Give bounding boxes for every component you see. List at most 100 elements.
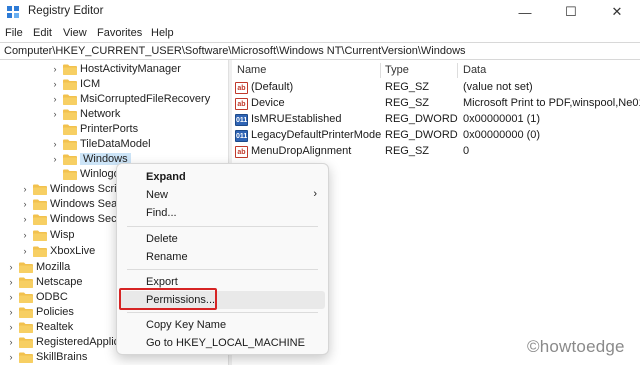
folder-icon [33,246,47,257]
chevron-right-icon[interactable]: › [6,289,16,305]
value-name: (Default) [251,81,294,93]
value-row[interactable]: ab MenuDropAlignment REG_SZ 0 [232,144,640,160]
chevron-right-icon[interactable]: › [50,106,60,122]
value-row[interactable]: 011 LegacyDefaultPrinterMode REG_DWORD 0… [232,128,640,144]
menu-item-rename[interactable]: Rename [120,248,325,266]
minimize-icon: — [518,4,532,20]
tree-node-label: Windows Scrip [50,183,123,195]
menu-view[interactable]: View [63,27,87,39]
chevron-right-icon[interactable]: › [20,227,30,243]
folder-icon [19,337,33,348]
minimize-button[interactable]: — [502,0,548,24]
tree-node[interactable]: › Network [50,106,121,122]
chevron-right-icon[interactable]: › [20,243,30,259]
tree-node-label: Winlogo [80,168,120,180]
tree-node[interactable]: › Netscape [6,274,83,290]
menu-item-copy-key-name[interactable]: Copy Key Name [120,316,325,334]
tree-node[interactable]: PrinterPorts [50,121,138,137]
folder-icon [33,199,47,210]
tree-node-label: ODBC [36,291,68,303]
chevron-right-icon[interactable]: › [50,76,60,92]
chevron-right-icon[interactable]: › [6,319,16,335]
tree-node[interactable]: › SkillBrains [6,349,88,365]
tree-node[interactable]: › XboxLive [20,243,96,259]
menu-item-delete[interactable]: Delete [120,230,325,248]
menu-item-expand[interactable]: Expand [120,168,325,186]
dword-value-icon: 011 [235,130,248,142]
tree-node[interactable]: › Wisp [20,227,75,243]
tree-node-label: ICM [80,78,101,90]
window-title: Registry Editor [28,5,104,17]
menu-help[interactable]: Help [151,27,174,39]
menu-item-label: Expand [146,171,186,183]
chevron-right-icon[interactable]: › [6,304,16,320]
tree-node[interactable]: › ODBC [6,289,68,305]
column-header-data[interactable]: Data [463,64,486,76]
value-row[interactable]: ab Device REG_SZ Microsoft Print to PDF,… [232,96,640,112]
tree-node[interactable]: › MsiCorruptedFileRecovery [50,91,211,107]
string-value-icon: ab [235,82,248,94]
tree-node[interactable]: › Realtek [6,319,74,335]
value-type: REG_SZ [385,145,430,157]
address-path[interactable]: Computer\HKEY_CURRENT_USER\Software\Micr… [4,45,466,57]
value-data: 0x00000001 (1) [463,113,541,125]
chevron-right-icon[interactable]: › [20,211,30,227]
value-type: REG_SZ [385,97,430,109]
menu-item-label: Rename [146,251,188,263]
column-header-type[interactable]: Type [385,64,409,76]
value-name: IsMRUEstablished [251,113,342,125]
chevron-right-icon[interactable]: › [6,259,16,275]
maximize-button[interactable]: ☐ [548,0,594,24]
chevron-right-icon[interactable]: › [20,196,30,212]
chevron-right-icon[interactable]: › [50,136,60,152]
folder-icon [19,262,33,273]
tree-node[interactable]: › HostActivityManager [50,61,181,77]
chevron-right-icon[interactable]: › [20,181,30,197]
menu-item-label: Go to HKEY_LOCAL_MACHINE [146,337,305,349]
chevron-right-icon[interactable]: › [50,61,60,77]
folder-icon [63,124,77,135]
column-divider[interactable] [380,63,381,78]
chevron-right-icon[interactable]: › [50,151,60,167]
menu-file[interactable]: File [5,27,23,39]
tree-node[interactable]: › TileDataModel [50,136,151,152]
menu-edit[interactable]: Edit [33,27,52,39]
chevron-right-icon[interactable]: › [6,349,16,365]
context-menu: Expand New › Find... Delete Rename Export… [116,163,329,355]
tree-node[interactable]: › Policies [6,304,74,320]
menu-divider [127,226,318,227]
chevron-right-icon[interactable]: › [50,91,60,107]
value-row[interactable]: ab (Default) REG_SZ (value not set) [232,80,640,96]
tree-node[interactable]: › Mozilla [6,259,71,275]
column-divider[interactable] [457,63,458,78]
column-header-name[interactable]: Name [237,64,266,76]
value-data: 0x00000000 (0) [463,129,541,141]
folder-icon [63,109,77,120]
address-bar[interactable]: Computer\HKEY_CURRENT_USER\Software\Micr… [0,42,640,60]
tree-node-label: Policies [36,306,74,318]
tree-node[interactable]: › Windows Sear [20,196,121,212]
folder-icon [19,292,33,303]
menu-favorites[interactable]: Favorites [97,27,142,39]
tree-node[interactable]: › Windows Secu [20,211,123,227]
menu-item-label: Find... [146,207,177,219]
menu-item-new[interactable]: New › [120,186,325,204]
menu-item-find[interactable]: Find... [120,204,325,222]
tree-node[interactable]: › ICM [50,76,101,92]
tree-node-label: Windows Secu [50,213,123,225]
chevron-right-icon[interactable]: › [6,334,16,350]
close-button[interactable]: ✕ [594,0,640,24]
tree-node-label: TileDataModel [80,138,151,150]
value-data: Microsoft Print to PDF,winspool,Ne01: [463,97,640,109]
tree-node[interactable]: › RegisteredApplic [6,334,120,350]
value-type: REG_DWORD [385,113,458,125]
menu-item-goto-hklm[interactable]: Go to HKEY_LOCAL_MACHINE [120,334,325,352]
tree-node[interactable]: Winlogo [50,166,120,182]
tree-node-label: SkillBrains [36,351,88,363]
folder-icon [19,322,33,333]
chevron-right-icon[interactable]: › [6,274,16,290]
tree-node-label: XboxLive [50,245,96,257]
value-row[interactable]: 011 IsMRUEstablished REG_DWORD 0x0000000… [232,112,640,128]
tree-node[interactable]: › Windows Scrip [20,181,123,197]
folder-icon [63,94,77,105]
